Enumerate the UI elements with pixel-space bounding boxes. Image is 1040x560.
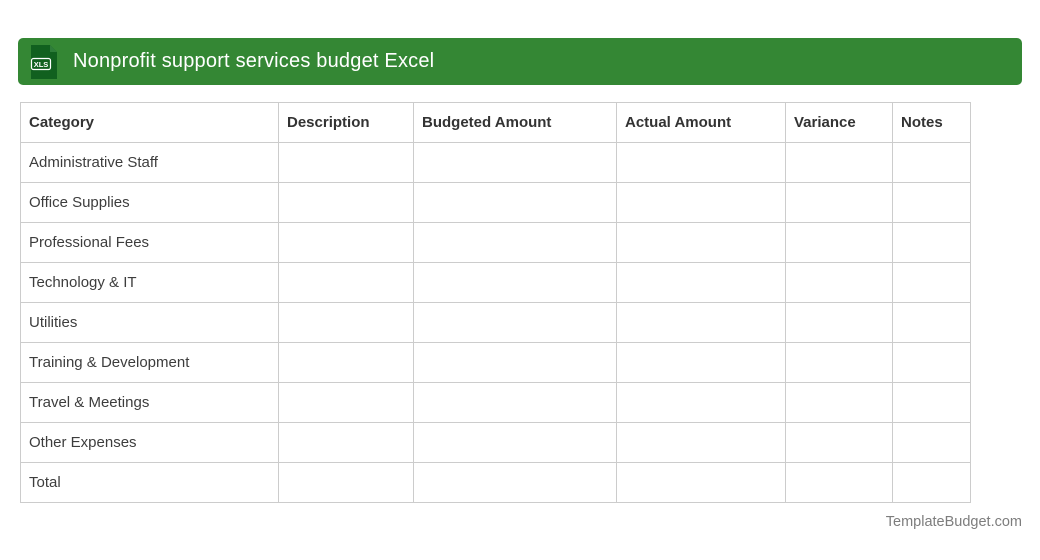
cell-notes [892, 262, 971, 303]
cell-description [278, 422, 414, 463]
cell-variance [785, 422, 893, 463]
cell-description [278, 182, 414, 223]
cell-variance [785, 262, 893, 303]
cell-notes [892, 342, 971, 383]
cell-category: Other Expenses [20, 422, 279, 463]
cell-budgeted [413, 422, 617, 463]
table-row: Administrative Staff [20, 142, 971, 183]
xls-badge-text: XLS [34, 60, 49, 69]
cell-variance [785, 302, 893, 343]
xls-file-icon: XLS [30, 44, 58, 79]
table-row-total: Total [20, 462, 971, 503]
cell-category: Utilities [20, 302, 279, 343]
column-header-budgeted-amount: Budgeted Amount [413, 102, 617, 143]
cell-budgeted [413, 262, 617, 303]
cell-description [278, 142, 414, 183]
cell-actual [616, 222, 786, 263]
column-header-description: Description [278, 102, 414, 143]
page-title: Nonprofit support services budget Excel [73, 50, 435, 72]
cell-actual [616, 142, 786, 183]
cell-notes [892, 222, 971, 263]
cell-variance [785, 462, 893, 503]
cell-actual [616, 182, 786, 223]
cell-actual [616, 422, 786, 463]
cell-description [278, 302, 414, 343]
table-row: Technology & IT [20, 262, 971, 303]
cell-notes [892, 382, 971, 423]
cell-description [278, 262, 414, 303]
cell-notes [892, 462, 971, 503]
site-watermark: TemplateBudget.com [885, 514, 1022, 530]
table-row: Training & Development [20, 342, 971, 383]
cell-variance [785, 222, 893, 263]
cell-notes [892, 182, 971, 223]
cell-variance [785, 342, 893, 383]
cell-variance [785, 182, 893, 223]
table-row: Utilities [20, 302, 971, 343]
cell-variance [785, 142, 893, 183]
cell-notes [892, 142, 971, 183]
cell-actual [616, 262, 786, 303]
header-row: Category Description Budgeted Amount Act… [20, 102, 971, 143]
cell-category: Office Supplies [20, 182, 279, 223]
header-bar: XLS Nonprofit support services budget Ex… [18, 38, 1022, 85]
cell-budgeted [413, 382, 617, 423]
cell-actual [616, 302, 786, 343]
column-header-actual-amount: Actual Amount [616, 102, 786, 143]
table-row: Other Expenses [20, 422, 971, 463]
cell-actual [616, 462, 786, 503]
budget-table: Category Description Budgeted Amount Act… [20, 102, 971, 503]
cell-actual [616, 382, 786, 423]
cell-variance [785, 382, 893, 423]
table-row: Professional Fees [20, 222, 971, 263]
cell-budgeted [413, 182, 617, 223]
column-header-notes: Notes [892, 102, 971, 143]
cell-description [278, 382, 414, 423]
cell-notes [892, 302, 971, 343]
cell-budgeted [413, 302, 617, 343]
cell-category: Technology & IT [20, 262, 279, 303]
column-header-category: Category [20, 102, 279, 143]
cell-notes [892, 422, 971, 463]
cell-category: Total [20, 462, 279, 503]
cell-actual [616, 342, 786, 383]
cell-description [278, 222, 414, 263]
cell-category: Professional Fees [20, 222, 279, 263]
cell-description [278, 462, 414, 503]
table-row: Office Supplies [20, 182, 971, 223]
table-row: Travel & Meetings [20, 382, 971, 423]
column-header-variance: Variance [785, 102, 893, 143]
cell-description [278, 342, 414, 383]
cell-category: Administrative Staff [20, 142, 279, 183]
cell-category: Training & Development [20, 342, 279, 383]
cell-budgeted [413, 342, 617, 383]
cell-category: Travel & Meetings [20, 382, 279, 423]
cell-budgeted [413, 142, 617, 183]
cell-budgeted [413, 462, 617, 503]
cell-budgeted [413, 222, 617, 263]
